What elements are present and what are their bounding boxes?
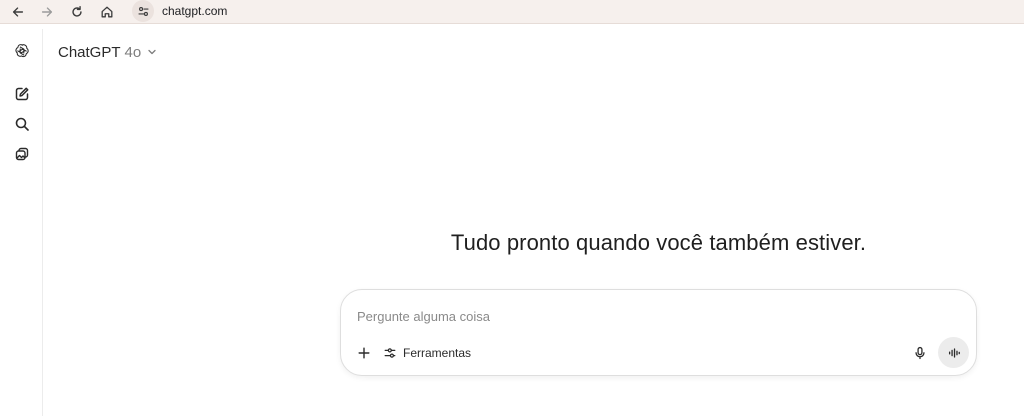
tools-label: Ferramentas (403, 346, 472, 360)
forward-button[interactable] (32, 0, 62, 24)
back-button[interactable] (3, 0, 33, 24)
address-bar[interactable]: chatgpt.com (130, 0, 1024, 22)
microphone-icon (915, 346, 925, 360)
prompt-input[interactable] (357, 306, 937, 326)
openai-logo-icon (15, 44, 29, 58)
site-settings-icon (137, 6, 149, 16)
tools-button[interactable]: Ferramentas (383, 342, 471, 364)
sidebar (0, 29, 43, 416)
plus-icon (358, 347, 370, 359)
new-chat-icon (15, 87, 29, 101)
back-arrow-icon (12, 7, 24, 17)
search-icon (15, 117, 29, 131)
model-name: ChatGPT (58, 43, 121, 61)
new-chat-button[interactable] (11, 83, 33, 105)
library-button[interactable] (11, 143, 33, 165)
attach-button[interactable] (353, 342, 375, 364)
model-selector[interactable]: ChatGPT 4o (58, 42, 157, 62)
prompt-composer: Ferramentas (340, 289, 977, 376)
home-icon (101, 6, 113, 18)
voice-mode-icon (948, 347, 960, 358)
welcome-headline: Tudo pronto quando você também estiver. (450, 230, 867, 255)
library-icon (15, 147, 29, 161)
forward-arrow-icon (41, 7, 53, 17)
search-chats-button[interactable] (11, 113, 33, 135)
chevron-down-icon (148, 49, 156, 55)
voice-mode-button[interactable] (938, 337, 969, 368)
tools-icon (384, 348, 396, 358)
reload-icon (72, 6, 82, 17)
openai-logo-button[interactable] (11, 40, 33, 62)
reload-button[interactable] (62, 0, 92, 24)
url-text[interactable]: chatgpt.com (162, 4, 227, 18)
home-button[interactable] (92, 0, 122, 24)
site-info-button[interactable] (132, 0, 154, 22)
dictate-button[interactable] (909, 342, 931, 364)
model-version: 4o (124, 43, 142, 61)
browser-toolbar: chatgpt.com (0, 0, 1024, 24)
